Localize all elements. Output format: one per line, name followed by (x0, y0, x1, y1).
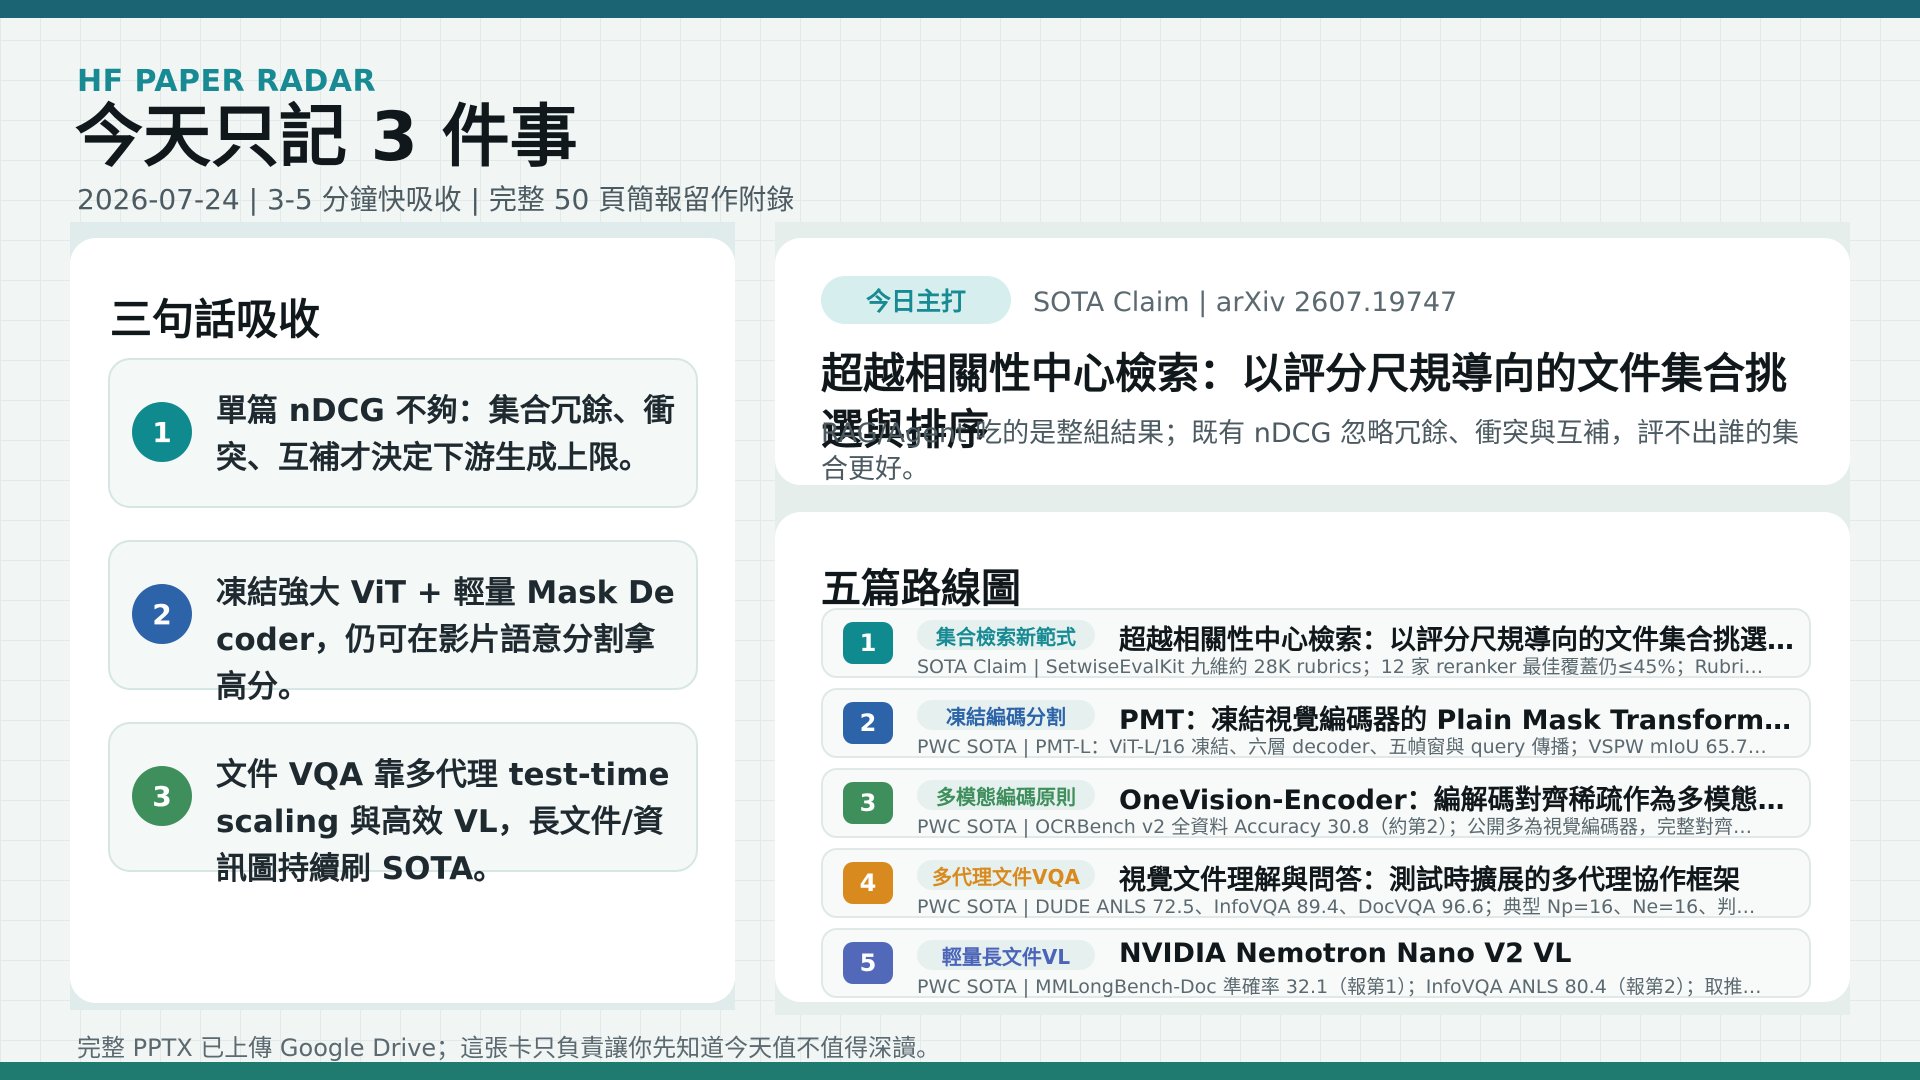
featured-badge: 今日主打 (821, 276, 1011, 324)
page-title: 今天只記 3 件事 (75, 98, 578, 177)
summary-card: 三句話吸收 1 單篇 nDCG 不夠：集合冗餘、衝突、互補才決定下游生成上限。 … (70, 238, 735, 1003)
item-category-tag: 多代理文件VQA (917, 860, 1095, 890)
point-text: 凍結強大 ViT + 輕量 Mask Decoder，仍可在影片語意分割拿高分。 (216, 575, 675, 705)
point-text: 單篇 nDCG 不夠：集合冗餘、衝突、互補才決定下游生成上限。 (216, 393, 675, 476)
item-number-badge: 2 (843, 702, 893, 744)
brand-label: HF PAPER RADAR (77, 64, 377, 99)
roadmap-item[interactable]: 4 多代理文件VQA 視覺文件理解與問答：測試時擴展的多代理協作框架 PWC S… (821, 848, 1811, 918)
point-number-badge: 2 (132, 584, 192, 644)
item-category-tag: 凍結編碼分割 (917, 700, 1095, 730)
item-description: PWC SOTA | DUDE ANLS 72.5、InfoVQA 89.4、D… (917, 896, 1767, 918)
point-text: 文件 VQA 靠多代理 test-time scaling 與高效 VL，長文件… (216, 757, 670, 887)
item-number-badge: 1 (843, 622, 893, 664)
hero-card: 今日主打 SOTA Claim | arXiv 2607.19747 超越相關性… (775, 238, 1850, 485)
item-number-badge: 5 (843, 942, 893, 984)
bottom-accent-bar (0, 1062, 1920, 1080)
hero-meta: SOTA Claim | arXiv 2607.19747 (1033, 287, 1458, 318)
item-category-tag: 集合檢索新範式 (917, 620, 1095, 650)
item-description: PWC SOTA | OCRBench v2 全資料 Accuracy 30.8… (917, 816, 1767, 838)
point-number-badge: 3 (132, 766, 192, 826)
summary-point: 1 單篇 nDCG 不夠：集合冗餘、衝突、互補才決定下游生成上限。 (108, 358, 698, 508)
item-description: SOTA Claim | SetwiseEvalKit 九維約 28K rubr… (917, 656, 1767, 678)
item-category-tag: 多模態編碼原則 (917, 780, 1095, 810)
roadmap-item[interactable]: 2 凍結編碼分割 PMT：凍結視覺編碼器的 Plain Mask Transfo… (821, 688, 1811, 758)
hero-description: RAG/Agent 吃的是整組結果；既有 nDCG 忽略冗餘、衝突與互補，評不出… (821, 418, 1800, 485)
item-description: PWC SOTA | MMLongBench-Doc 準確率 32.1（報第1）… (917, 976, 1767, 998)
roadmap-item[interactable]: 3 多模態編碼原則 OneVision-Encoder：編解碼對齊稀疏作為多模態… (821, 768, 1811, 838)
footer-note: 完整 PPTX 已上傳 Google Drive；這張卡只負責讓你先知道今天值不… (77, 1034, 941, 1062)
summary-heading: 三句話吸收 (110, 295, 321, 344)
item-number-badge: 4 (843, 862, 893, 904)
page-subtitle: 2026-07-24 | 3-5 分鐘快吸收 | 完整 50 頁簡報留作附錄 (77, 183, 795, 216)
item-title: NVIDIA Nemotron Nano V2 VL (1119, 938, 1572, 969)
roadmap-heading: 五篇路線圖 (821, 566, 1021, 612)
roadmap-item[interactable]: 1 集合檢索新範式 超越相關性中心檢索：以評分尺規導向的文件集合挑選與排序 SO… (821, 608, 1811, 678)
point-number-badge: 1 (132, 402, 192, 462)
summary-point: 3 文件 VQA 靠多代理 test-time scaling 與高效 VL，長… (108, 722, 698, 887)
roadmap-card: 五篇路線圖 1 集合檢索新範式 超越相關性中心檢索：以評分尺規導向的文件集合挑選… (775, 512, 1850, 1002)
item-number-badge: 3 (843, 782, 893, 824)
summary-point: 2 凍結強大 ViT + 輕量 Mask Decoder，仍可在影片語意分割拿高… (108, 540, 698, 705)
item-category-tag: 輕量長文件VL (917, 940, 1095, 970)
item-description: PWC SOTA | PMT-L：ViT-L/16 凍結、六層 decoder、… (917, 736, 1767, 758)
top-accent-bar (0, 0, 1920, 18)
roadmap-item[interactable]: 5 輕量長文件VL NVIDIA Nemotron Nano V2 VL PWC… (821, 928, 1811, 998)
